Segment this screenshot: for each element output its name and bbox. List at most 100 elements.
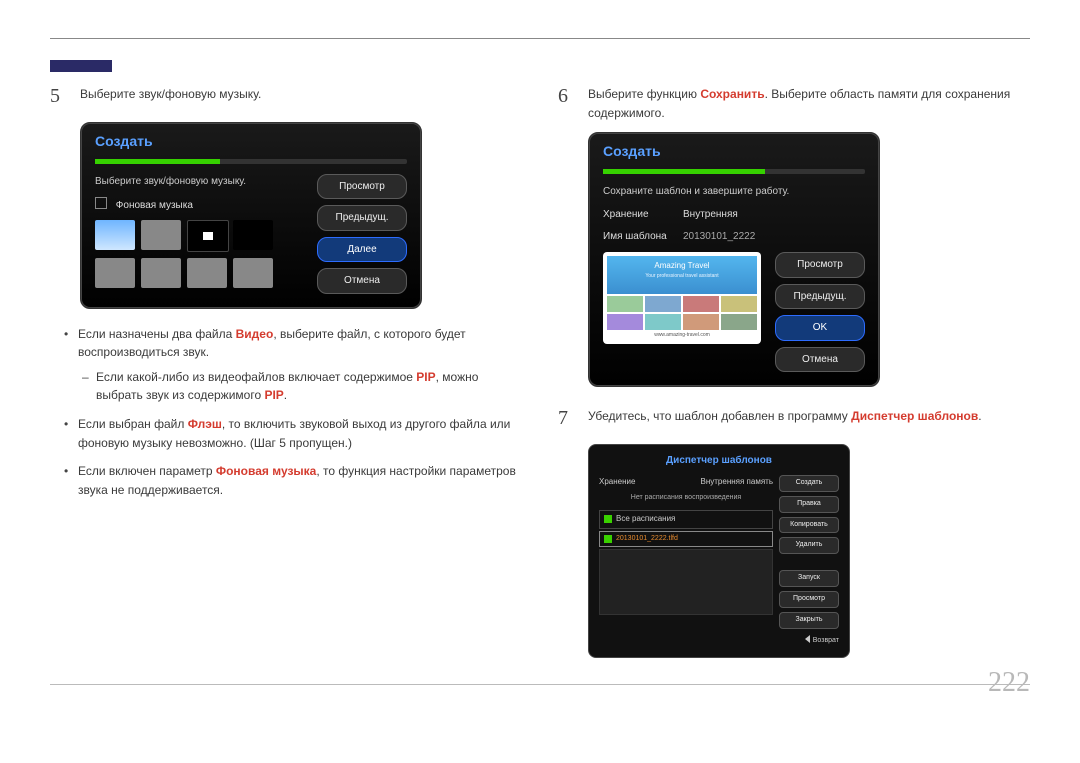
page-number: 222 (988, 667, 1030, 699)
check-icon (604, 535, 612, 543)
step-7-number: 7 (558, 403, 574, 434)
t: . (978, 409, 981, 423)
step-7-text: Убедитесь, что шаблон добавлен в програм… (588, 403, 1030, 426)
preview-url: www.amazing-travel.com (607, 332, 757, 340)
step-7: 7 Убедитесь, что шаблон добавлен в прогр… (558, 403, 1030, 434)
step-6-text: Выберите функцию Сохранить. Выберите обл… (588, 81, 1030, 122)
tile (683, 296, 719, 312)
tm-list: Хранение Внутренняя память Нет расписани… (599, 475, 773, 629)
preview-card: Amazing Travel Your professional travel … (603, 252, 761, 344)
bullet-1: Если назначены два файла Видео, выберите… (78, 325, 522, 405)
tm-return-label: Возврат (813, 637, 839, 644)
tm-storage-label: Хранение (599, 476, 635, 488)
tm-run-button[interactable]: Запуск (779, 570, 839, 587)
bullet-1a: Если какой-либо из видеофайлов включает … (96, 368, 522, 405)
hl-save: Сохранить (700, 87, 764, 101)
panel-template-manager: Диспетчер шаблонов Хранение Внутренняя п… (588, 444, 850, 657)
cancel-button[interactable]: Отмена (317, 268, 407, 294)
ok-button[interactable]: OK (775, 315, 865, 341)
thumb-selected[interactable] (187, 220, 229, 252)
bgm-label: Фоновая музыка (116, 200, 193, 211)
panel5-thumbs (95, 220, 305, 288)
cancel-button[interactable]: Отмена (775, 347, 865, 373)
step-5-number: 5 (50, 81, 66, 112)
panel5-title: Создать (81, 123, 421, 157)
tm-copy-button[interactable]: Копировать (779, 517, 839, 534)
panel-step6: Создать Сохраните шаблон и завершите раб… (588, 132, 880, 387)
columns: 5 Выберите звук/фоновую музыку. Создать … (50, 81, 1030, 658)
tm-return[interactable]: Возврат (599, 635, 839, 647)
t: Если назначены два файла (78, 327, 236, 341)
hl-pip: PIP (416, 370, 435, 384)
tm-side-buttons: Создать Правка Копировать Удалить Запуск… (779, 475, 839, 629)
hl-bgm: Фоновая музыка (216, 464, 317, 478)
tm-create-button[interactable]: Создать (779, 475, 839, 492)
thumb[interactable] (233, 220, 273, 250)
t: Выберите функцию (588, 87, 700, 101)
tm-no-schedule: Нет расписания воспроизведения (599, 493, 773, 504)
panel5-body: Выберите звук/фоновую музыку. Фоновая му… (81, 164, 421, 308)
panel6-subtext: Сохраните шаблон и завершите работу. (603, 184, 865, 200)
page: 5 Выберите звук/фоновую музыку. Создать … (0, 0, 1080, 705)
bgm-checkbox[interactable] (95, 197, 107, 209)
thumb[interactable] (95, 258, 135, 288)
thumb[interactable] (233, 258, 273, 288)
preview-brand: Amazing Travel (654, 261, 709, 270)
panel5-progress-fill (95, 159, 220, 164)
step-6: 6 Выберите функцию Сохранить. Выберите о… (558, 81, 1030, 122)
return-icon (805, 635, 810, 643)
tile (645, 296, 681, 312)
thumb[interactable] (187, 258, 227, 288)
panel-step5: Создать Выберите звук/фоновую музыку. Фо… (80, 122, 422, 309)
tm-preview-button[interactable]: Просмотр (779, 591, 839, 608)
panel6-fields: Хранение Внутренняя Имя шаблона 20130101… (603, 207, 865, 244)
t: Убедитесь, что шаблон добавлен в програм… (588, 409, 851, 423)
panel5-left: Выберите звук/фоновую музыку. Фоновая му… (95, 174, 305, 294)
preview-button[interactable]: Просмотр (317, 174, 407, 200)
prev-button[interactable]: Предыдущ. (317, 205, 407, 231)
col-left: 5 Выберите звук/фоновую музыку. Создать … (50, 81, 522, 658)
tile (607, 296, 643, 312)
tm-all-schedules[interactable]: Все расписания (599, 510, 773, 528)
hl-template-manager: Диспетчер шаблонов (851, 409, 978, 423)
tm-close-button[interactable]: Закрыть (779, 612, 839, 629)
tm-storage-row: Хранение Внутренняя память (599, 475, 773, 489)
preview-tiles (607, 296, 757, 330)
t: . (284, 388, 287, 402)
col-right: 6 Выберите функцию Сохранить. Выберите о… (558, 81, 1030, 658)
next-button[interactable]: Далее (317, 237, 407, 263)
tile (721, 314, 757, 330)
t: Если выбран файл (78, 417, 188, 431)
step-5: 5 Выберите звук/фоновую музыку. (50, 81, 522, 112)
thumb[interactable] (141, 220, 181, 250)
tile (645, 314, 681, 330)
tm-file-row[interactable]: 20130101_2222.tlfd (599, 531, 773, 548)
panel6-body: Amazing Travel Your professional travel … (589, 252, 879, 386)
panel6-title: Создать (589, 133, 879, 167)
step5-bullets: Если назначены два файла Видео, выберите… (50, 325, 522, 500)
rule-bottom (50, 684, 1030, 685)
tm-file-name: 20130101_2222.tlfd (616, 534, 678, 545)
panel5-progress (95, 159, 407, 164)
step-6-number: 6 (558, 81, 574, 112)
tile (607, 314, 643, 330)
panel6-buttons: Просмотр Предыдущ. OK Отмена (775, 252, 865, 372)
prev-button[interactable]: Предыдущ. (775, 284, 865, 310)
thumb[interactable] (141, 258, 181, 288)
template-name-value: 20130101_2222 (683, 229, 865, 245)
panel5-subtext: Выберите звук/фоновую музыку. (95, 174, 305, 190)
spacer (779, 558, 839, 566)
tm-title: Диспетчер шаблонов (599, 453, 839, 469)
bullet-1-sub: Если какой-либо из видеофайлов включает … (78, 368, 522, 405)
panel6-progress (603, 169, 865, 174)
thumb[interactable] (95, 220, 135, 250)
tm-all-label: Все расписания (616, 513, 675, 525)
storage-value: Внутренняя (683, 207, 865, 223)
tm-edit-button[interactable]: Правка (779, 496, 839, 513)
panel6-top: Сохраните шаблон и завершите работу. Хра… (589, 174, 879, 245)
tm-delete-button[interactable]: Удалить (779, 537, 839, 554)
preview-tagline: Your professional travel assistant (607, 273, 757, 281)
bullet-2: Если выбран файл Флэш, то включить звуко… (78, 415, 522, 452)
tile (683, 314, 719, 330)
preview-button[interactable]: Просмотр (775, 252, 865, 278)
